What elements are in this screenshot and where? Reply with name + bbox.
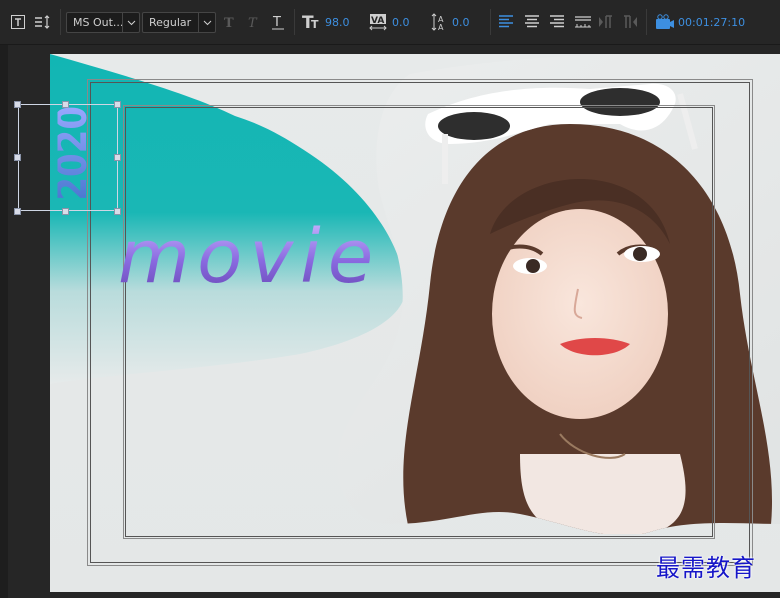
- font-size-value[interactable]: 98.0: [325, 0, 350, 44]
- font-style-select[interactable]: Regular: [142, 12, 216, 33]
- font-size-icon: TT: [302, 0, 322, 44]
- movie-title-text[interactable]: movie: [118, 220, 380, 294]
- toolbar-separator: [646, 9, 647, 35]
- toolbar-separator: [60, 9, 61, 35]
- tab-stops-icon[interactable]: [574, 0, 592, 44]
- resize-handle[interactable]: [14, 208, 21, 215]
- text-path-icon[interactable]: [34, 0, 52, 44]
- leading-value[interactable]: 0.0: [452, 0, 470, 44]
- resize-handle[interactable]: [62, 208, 69, 215]
- align-left-icon[interactable]: [498, 0, 514, 44]
- vertical-year-text[interactable]: 2020: [49, 106, 120, 201]
- font-style-value: Regular: [149, 16, 192, 29]
- faux-bold-icon[interactable]: T: [222, 0, 236, 44]
- video-preview-canvas[interactable]: [50, 54, 780, 592]
- font-family-select[interactable]: MS Out...: [66, 12, 140, 33]
- chevron-down-icon: [122, 13, 139, 32]
- title-safe-guide-inner: [125, 107, 713, 537]
- svg-text:T: T: [224, 16, 234, 29]
- resize-handle[interactable]: [14, 154, 21, 161]
- align-right-icon[interactable]: [549, 0, 565, 44]
- timecode[interactable]: 00:01:27:10: [678, 0, 745, 44]
- svg-text:VA: VA: [371, 16, 384, 26]
- tracking-value[interactable]: 0.0: [392, 0, 410, 44]
- text-frame-icon[interactable]: [10, 0, 26, 44]
- rtl-left-icon[interactable]: [598, 0, 614, 44]
- svg-text:T: T: [311, 18, 319, 31]
- tracking-icon: VA: [368, 0, 390, 44]
- show-background-video-icon[interactable]: [655, 0, 675, 44]
- align-center-icon[interactable]: [524, 0, 540, 44]
- rtl-right-icon[interactable]: [622, 0, 638, 44]
- left-panel-edge: [0, 45, 8, 598]
- svg-text:A: A: [438, 23, 444, 31]
- svg-text:T: T: [248, 16, 258, 29]
- chevron-down-icon: [198, 13, 215, 32]
- svg-text:T: T: [272, 15, 281, 30]
- year-text: 2020: [49, 106, 97, 201]
- font-family-value: MS Out...: [73, 16, 122, 29]
- faux-italic-icon[interactable]: T: [246, 0, 260, 44]
- toolbar-separator: [294, 9, 295, 35]
- underline-icon[interactable]: T: [271, 0, 285, 44]
- toolbar-separator: [490, 9, 491, 35]
- title-toolbar: MS Out... Regular T T T TT 98.0 VA 0.0 A…: [0, 0, 780, 45]
- resize-handle[interactable]: [14, 101, 21, 108]
- watermark: 最需教育: [656, 554, 756, 582]
- leading-icon: AA: [430, 0, 450, 44]
